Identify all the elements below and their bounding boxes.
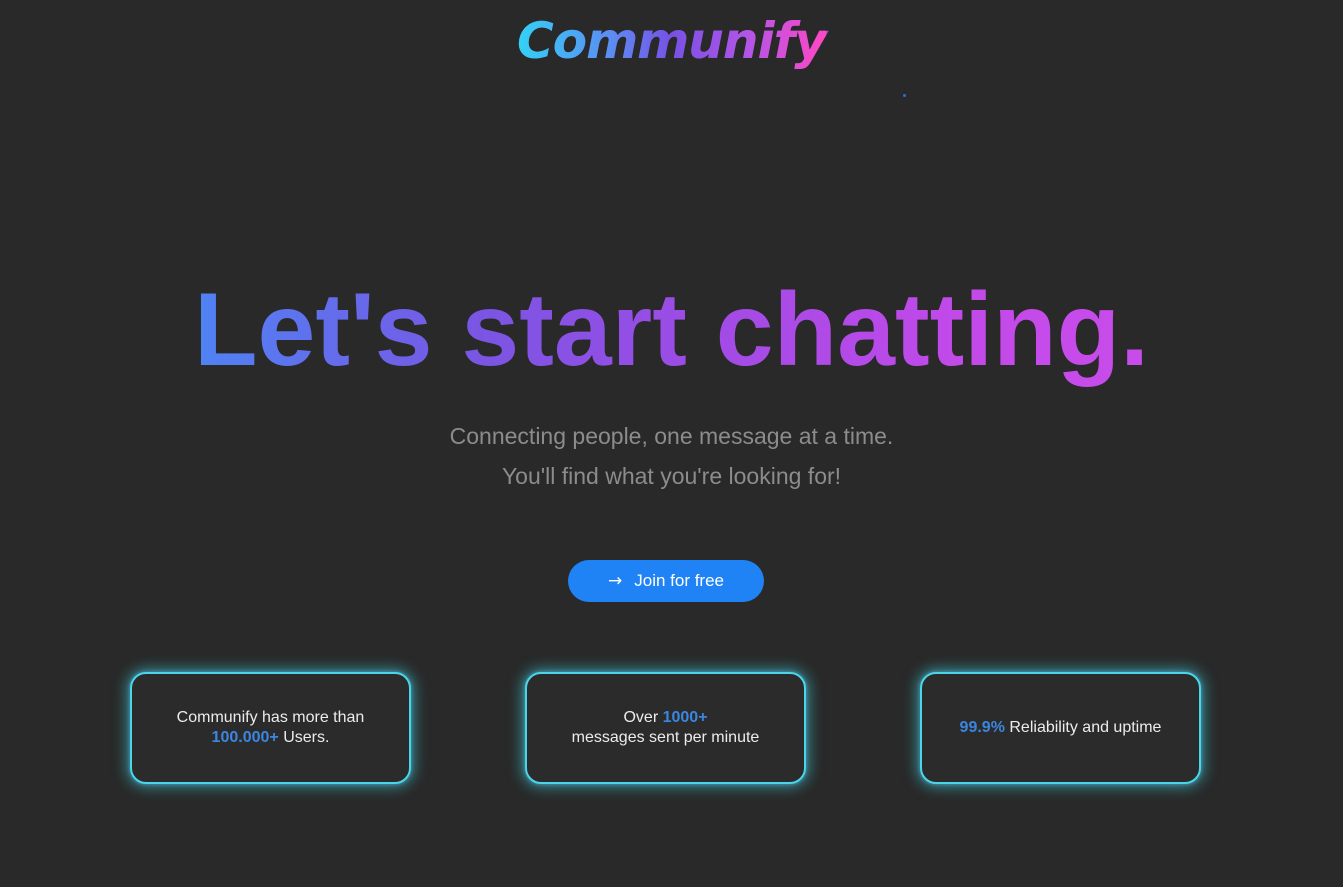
stat-card-text: 99.9% Reliability and uptime [960, 718, 1162, 738]
decorative-dot [903, 94, 906, 97]
stat-prefix: Over [623, 709, 659, 726]
stat-card-messages: Over 1000+ messages sent per minute [525, 672, 806, 784]
stat-suffix: Reliability and uptime [1009, 719, 1162, 736]
stat-card-users: Communify has more than 100.000+ Users. [130, 672, 411, 784]
brand-logo[interactable]: Communify [0, 6, 1343, 76]
landing-page: Communify Let's start chatting. Connecti… [0, 0, 1343, 887]
stat-suffix: messages sent per minute [571, 729, 760, 746]
hero-subline-2: You'll find what you're looking for! [501, 463, 842, 489]
stat-highlight: 100.000+ [211, 729, 279, 746]
stat-suffix: Users. [283, 729, 330, 746]
hero-headline-text: Let's start chatting. [193, 272, 1150, 388]
join-button-label: Join for free [634, 571, 724, 590]
hero-headline: Let's start chatting. [0, 270, 1343, 390]
join-for-free-button[interactable]: → Join for free [568, 560, 764, 602]
stat-card-text: Over 1000+ messages sent per minute [572, 708, 760, 748]
stat-highlight: 1000+ [662, 709, 708, 726]
stat-card-text: Communify has more than 100.000+ Users. [177, 708, 365, 748]
stat-card-reliability: 99.9% Reliability and uptime [920, 672, 1201, 784]
hero-subline-1: Connecting people, one message at a time… [449, 423, 894, 449]
stat-highlight: 99.9% [959, 719, 1005, 736]
brand-name: Communify [517, 6, 827, 76]
arrow-right-icon: → [607, 570, 623, 591]
stat-prefix: Communify has more than [176, 709, 365, 726]
